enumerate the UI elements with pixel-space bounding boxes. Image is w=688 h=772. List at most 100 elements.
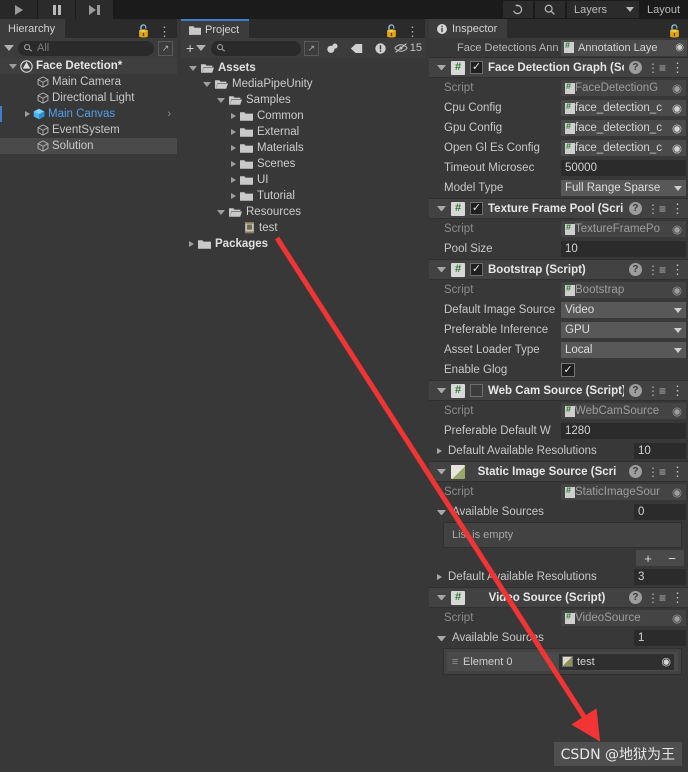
hierarchy-item-solution[interactable]: Solution <box>0 138 177 154</box>
object-picker-icon[interactable]: ◉ <box>672 611 682 625</box>
object-field[interactable]: face_detection_c ◉ <box>561 140 686 156</box>
object-field[interactable]: VideoSource ◉ <box>561 610 686 626</box>
component-header[interactable]: Static Image Source (Scri? ⋮≡ ⋮ <box>429 461 688 482</box>
help-icon[interactable]: ? <box>628 591 642 604</box>
object-picker-icon[interactable]: ◉ <box>672 222 682 236</box>
project-item-external[interactable]: External <box>181 124 425 140</box>
component-enabled-checkbox[interactable]: ✓ <box>470 202 483 215</box>
project-item-tutorial[interactable]: Tutorial <box>181 188 425 204</box>
tab-hierarchy[interactable]: Hierarchy <box>0 19 66 38</box>
preset-icon[interactable]: ⋮≡ <box>647 384 666 398</box>
pause-button[interactable] <box>38 0 76 19</box>
dropdown-field[interactable]: Full Range Sparse <box>561 180 686 196</box>
expand-triangle-icon[interactable] <box>217 209 225 215</box>
property-value[interactable]: 10 <box>634 443 686 459</box>
property-value[interactable]: 0 <box>634 504 686 520</box>
preset-icon[interactable]: ⋮≡ <box>647 465 666 479</box>
text-field[interactable]: 1280 <box>561 423 686 439</box>
kebab-menu-icon[interactable]: ⋮ <box>158 25 171 38</box>
layers-dropdown[interactable]: Layers <box>566 1 639 18</box>
object-picker-icon[interactable]: ◉ <box>672 141 682 155</box>
play-button[interactable] <box>0 0 38 19</box>
hierarchy-item-main-camera[interactable]: Main Camera <box>0 74 177 90</box>
project-item-common[interactable]: Common <box>181 108 425 124</box>
component-header[interactable]: # ✓ Face Detection Graph (Sc? ⋮≡ ⋮ <box>429 57 688 78</box>
object-picker-icon[interactable]: ◉ <box>672 404 682 418</box>
project-item-mediapipeunity[interactable]: MediaPipeUnity <box>181 76 425 92</box>
object-picker-icon[interactable]: ◉ <box>672 101 682 115</box>
add-list-item-button[interactable]: + <box>636 550 660 566</box>
component-foldout-icon[interactable] <box>437 595 446 600</box>
foldout-icon[interactable] <box>437 574 442 580</box>
component-enabled-checkbox[interactable] <box>470 384 483 397</box>
expand-triangle-icon[interactable] <box>217 97 225 103</box>
hierarchy-expand-icon[interactable]: ↗ <box>158 40 173 56</box>
collapse-triangle-icon[interactable] <box>25 111 30 117</box>
add-asset-button[interactable]: + <box>184 40 208 56</box>
kebab-menu-icon[interactable]: ⋮ <box>671 202 684 215</box>
component-enabled-checkbox[interactable]: ✓ <box>470 263 483 276</box>
kebab-menu-icon[interactable]: ⋮ <box>671 465 684 478</box>
remove-list-item-button[interactable]: − <box>660 550 684 566</box>
list-item-object-field[interactable]: test ◉ <box>559 653 674 670</box>
search-button[interactable] <box>534 1 565 18</box>
create-dropdown-icon[interactable] <box>4 45 14 51</box>
hidden-assets-indicator[interactable]: 15 <box>393 42 422 54</box>
collapse-triangle-icon[interactable] <box>231 161 236 167</box>
hierarchy-item-main-canvas[interactable]: Main Canvas › <box>0 106 177 122</box>
hierarchy-item-face-detection[interactable]: Face Detection* <box>0 58 177 74</box>
project-item-test[interactable]: test <box>181 220 425 236</box>
kebab-menu-icon[interactable]: ⋮ <box>671 591 684 604</box>
component-foldout-icon[interactable] <box>437 267 446 272</box>
help-icon[interactable]: ? <box>628 465 642 478</box>
component-foldout-icon[interactable] <box>437 469 446 474</box>
project-item-packages[interactable]: Packages <box>181 236 425 252</box>
expand-triangle-icon[interactable] <box>203 81 211 87</box>
list-item[interactable]: ≡ Element 0 test ◉ <box>447 652 678 671</box>
kebab-menu-icon[interactable]: ⋮ <box>406 25 419 38</box>
project-item-assets[interactable]: Assets <box>181 60 425 76</box>
help-icon[interactable]: ? <box>628 384 642 397</box>
checkbox-field[interactable]: ✓ <box>561 363 575 377</box>
expand-triangle-icon[interactable] <box>9 63 17 69</box>
component-foldout-icon[interactable] <box>437 388 446 393</box>
step-button[interactable] <box>76 0 114 19</box>
hierarchy-item-directional-light[interactable]: Directional Light <box>0 90 177 106</box>
foldout-icon[interactable] <box>437 509 446 515</box>
project-item-samples[interactable]: Samples <box>181 92 425 108</box>
collapse-triangle-icon[interactable] <box>231 177 236 183</box>
component-foldout-icon[interactable] <box>437 206 446 211</box>
component-header[interactable]: # Video Source (Script)? ⋮≡ ⋮ <box>429 587 688 608</box>
object-field[interactable]: StaticImageSour ◉ <box>561 484 686 500</box>
component-header[interactable]: # Web Cam Source (Script)? ⋮≡ ⋮ <box>429 380 688 401</box>
collapse-triangle-icon[interactable] <box>231 129 236 135</box>
label-filter-button[interactable] <box>345 39 367 57</box>
dropdown-field[interactable]: GPU <box>561 322 686 338</box>
kebab-menu-icon[interactable]: ⋮ <box>671 384 684 397</box>
object-field[interactable]: face_detection_c ◉ <box>561 120 686 136</box>
property-value[interactable]: 3 <box>634 569 686 585</box>
component-foldout-icon[interactable] <box>437 65 446 70</box>
foldout-icon[interactable] <box>437 448 442 454</box>
preset-icon[interactable]: ⋮≡ <box>647 202 666 216</box>
chevron-right-icon[interactable]: › <box>167 108 177 120</box>
tab-inspector[interactable]: Inspector <box>429 19 508 38</box>
preset-icon[interactable]: ⋮≡ <box>647 591 666 605</box>
object-picker-icon[interactable]: ◉ <box>675 42 684 53</box>
hierarchy-search-input[interactable]: All <box>18 40 154 56</box>
help-icon[interactable]: ? <box>628 61 642 74</box>
object-picker-icon[interactable]: ◉ <box>661 655 671 668</box>
preset-icon[interactable]: ⋮≡ <box>647 263 666 277</box>
project-item-resources[interactable]: Resources <box>181 204 425 220</box>
dropdown-field[interactable]: Video <box>561 302 686 318</box>
lock-open-icon[interactable]: 🔓 <box>667 24 682 38</box>
project-search-input[interactable] <box>211 40 301 56</box>
component-enabled-checkbox[interactable]: ✓ <box>470 61 483 74</box>
expand-triangle-icon[interactable] <box>189 65 197 71</box>
project-item-scenes[interactable]: Scenes <box>181 156 425 172</box>
history-button[interactable] <box>502 1 533 18</box>
object-field[interactable]: WebCamSource ◉ <box>561 403 686 419</box>
help-icon[interactable]: ? <box>628 202 642 215</box>
tab-project[interactable]: Project <box>181 19 250 38</box>
object-picker-icon[interactable]: ◉ <box>672 81 682 95</box>
